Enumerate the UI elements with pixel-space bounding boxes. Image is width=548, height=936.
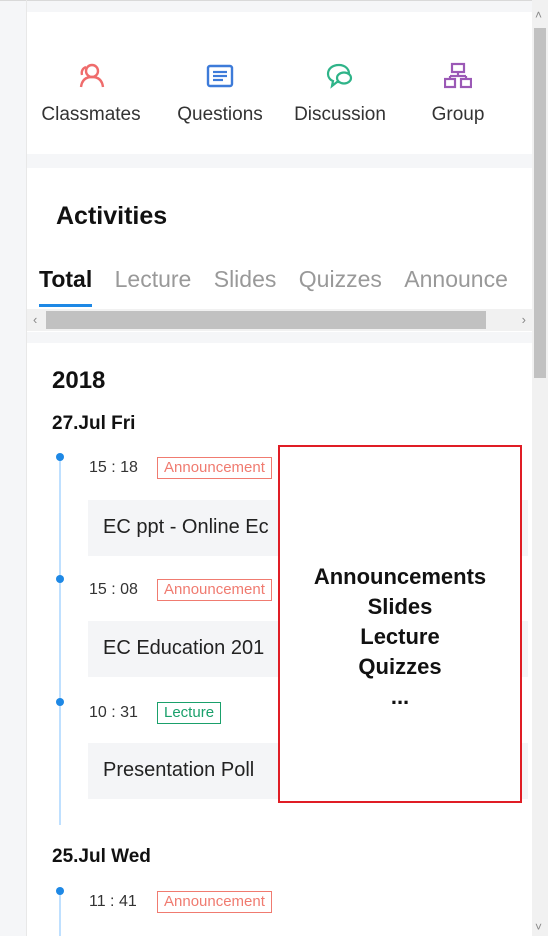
callout-line: ...	[390, 684, 410, 709]
activity-types-callout: Announcements Slides Lecture Quizzes ...	[278, 445, 522, 803]
item-time: 11 : 41	[89, 893, 137, 910]
tab-announcements[interactable]: Announce	[404, 266, 508, 293]
timeline-dot	[56, 453, 64, 461]
callout-line: Announcements	[313, 564, 487, 589]
questions-label: Questions	[177, 104, 263, 125]
timeline-dot	[56, 698, 64, 706]
activities-title: Activities	[56, 202, 168, 230]
item-time: 10 : 31	[89, 704, 138, 721]
classmates-button[interactable]: Classmates	[31, 62, 151, 126]
item-time: 15 : 08	[89, 581, 138, 598]
quick-actions-card: Classmates Questions Discussion Group	[27, 12, 532, 154]
callout-line: Lecture	[360, 624, 440, 649]
item-time: 15 : 18	[89, 459, 138, 476]
item-title: Presentation Poll	[103, 759, 255, 781]
tab-total[interactable]: Total	[39, 266, 93, 307]
scroll-up-icon[interactable]: ˄	[535, 8, 542, 22]
scroll-down-icon[interactable]: ˅	[535, 920, 542, 934]
vertical-scroll-thumb[interactable]	[534, 28, 546, 378]
classmates-label: Classmates	[41, 104, 141, 125]
vertical-scrollbar[interactable]: ˄ ˅	[532, 0, 548, 936]
group-button[interactable]: Group	[398, 62, 518, 126]
item-title: EC Education 201	[103, 637, 265, 659]
announcement-tag: Announcement	[157, 579, 272, 601]
lecture-tag: Lecture	[157, 702, 222, 724]
timeline-line	[59, 891, 61, 936]
page-viewport: Classmates Questions Discussion Group Ac…	[0, 0, 532, 936]
timeline-date: 27.Jul Fri	[52, 413, 136, 434]
people-icon	[79, 63, 105, 88]
timeline-dot	[56, 887, 64, 895]
scroll-right-icon[interactable]: ›	[522, 312, 526, 327]
group-label: Group	[431, 104, 485, 125]
callout-text: Announcements Slides Lecture Quizzes ...	[280, 562, 520, 712]
tab-lecture[interactable]: Lecture	[115, 266, 192, 293]
callout-line: Quizzes	[358, 654, 442, 679]
activity-tabs: Total Lecture Slides Quizzes Announce	[39, 266, 524, 307]
hierarchy-icon	[444, 62, 472, 89]
horizontal-scroll-thumb[interactable]	[46, 311, 486, 329]
announcement-tag: Announcement	[157, 891, 272, 913]
questions-button[interactable]: Questions	[160, 62, 280, 126]
tabs-horizontal-scrollbar[interactable]: ‹ ›	[27, 309, 532, 331]
list-icon	[206, 64, 234, 88]
timeline-date: 25.Jul Wed	[52, 846, 151, 867]
callout-line: Slides	[367, 594, 433, 619]
scroll-left-icon[interactable]: ‹	[33, 312, 37, 327]
tab-quizzes[interactable]: Quizzes	[299, 266, 382, 293]
timeline-dot	[56, 575, 64, 583]
discussion-button[interactable]: Discussion	[280, 62, 400, 126]
activities-card: Activities Total Lecture Slides Quizzes …	[27, 168, 532, 332]
timeline-line	[59, 458, 61, 825]
discussion-label: Discussion	[294, 104, 386, 125]
item-title: EC ppt - Online Ec	[103, 516, 269, 538]
announcement-tag: Announcement	[157, 457, 272, 479]
tab-slides[interactable]: Slides	[214, 266, 277, 293]
chat-icon	[326, 63, 353, 89]
timeline-year: 2018	[52, 367, 106, 394]
